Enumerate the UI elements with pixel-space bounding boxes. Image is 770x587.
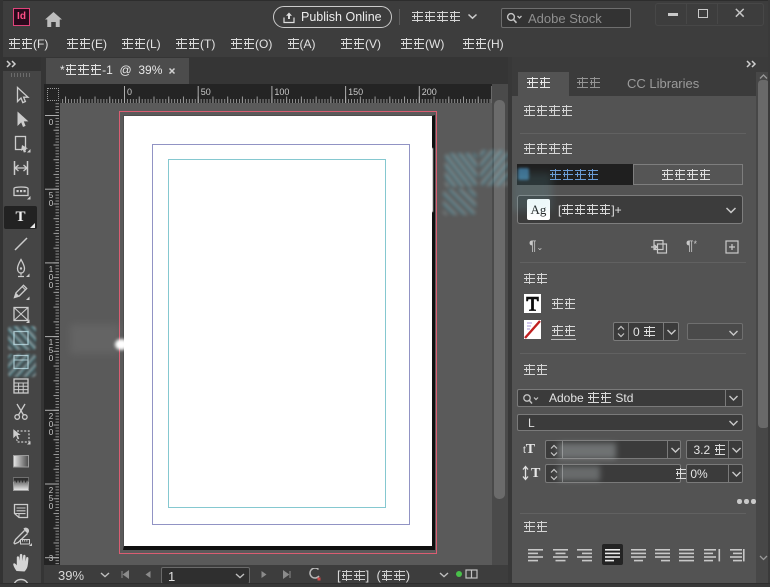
svg-text:0: 0 [49, 118, 54, 127]
svg-text:0: 0 [49, 428, 54, 437]
svg-text:0: 0 [49, 502, 54, 511]
svg-text:0: 0 [49, 354, 54, 363]
svg-text:200: 200 [422, 87, 437, 97]
svg-text:150: 150 [348, 87, 363, 97]
svg-text:100: 100 [274, 87, 289, 97]
svg-text:3: 3 [49, 554, 54, 563]
svg-text:50: 50 [201, 87, 211, 97]
svg-text:0: 0 [49, 281, 54, 290]
svg-text:0: 0 [49, 199, 54, 208]
svg-text:0: 0 [127, 87, 132, 97]
